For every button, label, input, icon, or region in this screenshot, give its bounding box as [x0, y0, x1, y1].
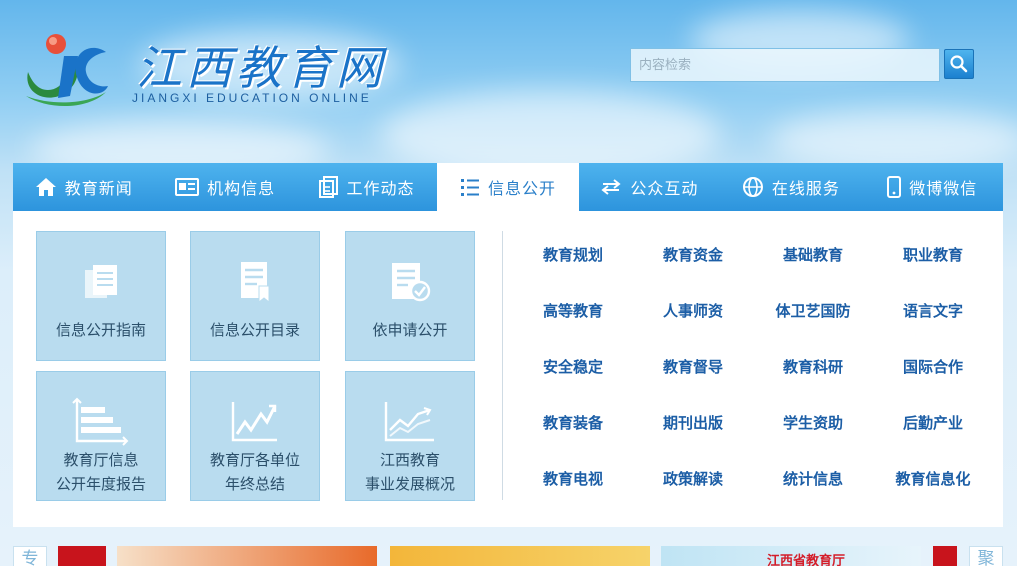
tile-label-line1: 江西教育	[379, 451, 440, 469]
link-student-aid[interactable]: 学生资助	[753, 394, 873, 450]
banner-image[interactable]	[390, 546, 650, 566]
nav-item-online-services[interactable]: 在线服务	[720, 163, 861, 211]
tile-label-line1: 教育厅各单位	[209, 451, 300, 469]
link-language-script[interactable]: 语言文字	[873, 282, 993, 338]
tile-label-line2: 公开年度报告	[55, 475, 146, 493]
tile-label-line2: 事业发展概况	[364, 475, 455, 493]
nav-item-work-updates[interactable]: 工作动态	[296, 163, 437, 211]
search-button[interactable]	[944, 49, 974, 79]
link-logistics-industry[interactable]: 后勤产业	[873, 394, 993, 450]
search-bar	[630, 48, 975, 82]
nav-item-institutions[interactable]: 机构信息	[154, 163, 295, 211]
tile-label-line1: 教育厅信息	[63, 451, 139, 469]
nav-item-label: 在线服务	[771, 179, 840, 198]
link-sports-arts-defense[interactable]: 体卫艺国防	[753, 282, 873, 338]
search-icon	[950, 55, 968, 73]
tile-year-end-summary[interactable]: 教育厅各单位 年终总结	[190, 371, 320, 501]
globe-icon	[742, 176, 764, 198]
tile-disclosure-catalog[interactable]: 信息公开目录	[190, 231, 320, 361]
nav-item-public-interaction[interactable]: 公众互动	[579, 163, 720, 211]
tile-label: 信息公开指南	[55, 321, 146, 339]
document-icon	[81, 256, 121, 308]
home-icon	[35, 177, 57, 197]
bottom-banner-strip: 专 江西省教育厅 聚	[13, 540, 1003, 566]
banner-image[interactable]	[117, 546, 377, 566]
exchange-icon	[600, 177, 622, 197]
banner-image[interactable]	[933, 546, 957, 566]
nav-item-info-disclosure[interactable]: 信息公开	[437, 163, 579, 211]
link-education-research[interactable]: 教育科研	[753, 338, 873, 394]
link-higher-education[interactable]: 高等教育	[513, 282, 633, 338]
special-topic-tab[interactable]: 专	[13, 546, 47, 566]
bar-chart-icon	[71, 396, 131, 448]
link-education-equipment[interactable]: 教育装备	[513, 394, 633, 450]
link-international-cooperation[interactable]: 国际合作	[873, 338, 993, 394]
logo-title-cn: 江西教育网	[136, 41, 386, 95]
link-personnel-teachers[interactable]: 人事师资	[633, 282, 753, 338]
category-links: 教育规划 教育资金 基础教育 职业教育 高等教育 人事师资 体卫艺国防 语言文字…	[513, 226, 993, 506]
link-education-funding[interactable]: 教育资金	[633, 226, 753, 282]
panel-divider	[502, 231, 503, 500]
info-disclosure-panel: 信息公开指南 信息公开目录 依申请公开 教育厅信息 公开年度报告 教育厅各单位 …	[13, 211, 1003, 527]
nav-item-label: 微博微信	[909, 179, 978, 198]
documents-icon	[318, 176, 339, 198]
link-basic-education[interactable]: 基础教育	[753, 226, 873, 282]
logo-mark-icon	[26, 34, 108, 107]
site-logo[interactable]: 江西教育网 JIANGXI EDUCATION ONLINE	[18, 24, 418, 114]
link-journal-publishing[interactable]: 期刊出版	[633, 394, 753, 450]
logo-title-en: JIANGXI EDUCATION ONLINE	[132, 91, 372, 105]
focus-tab[interactable]: 聚	[969, 546, 1003, 566]
nav-item-label: 公众互动	[630, 179, 699, 198]
line-chart-icon	[229, 396, 281, 448]
link-education-supervision[interactable]: 教育督导	[633, 338, 753, 394]
tile-disclosure-on-request[interactable]: 依申请公开	[345, 231, 475, 361]
trend-chart-icon	[382, 396, 438, 448]
tile-annual-report[interactable]: 教育厅信息 公开年度报告	[36, 371, 166, 501]
nav-item-label: 工作动态	[346, 179, 415, 198]
link-education-planning[interactable]: 教育规划	[513, 226, 633, 282]
bookmark-document-icon	[235, 256, 275, 308]
mobile-icon	[887, 176, 902, 198]
link-policy-interpretation[interactable]: 政策解读	[633, 450, 753, 506]
link-vocational-education[interactable]: 职业教育	[873, 226, 993, 282]
nav-item-label: 机构信息	[207, 179, 276, 198]
tile-label: 信息公开目录	[209, 321, 300, 339]
banner-text: 江西省教育厅	[767, 554, 846, 566]
tile-disclosure-guide[interactable]: 信息公开指南	[36, 231, 166, 361]
search-input[interactable]	[630, 48, 940, 82]
nav-item-weibo-wechat[interactable]: 微博微信	[862, 163, 1003, 211]
nav-item-label: 教育新闻	[64, 179, 133, 198]
list-icon	[460, 177, 480, 197]
link-education-tv[interactable]: 教育电视	[513, 450, 633, 506]
id-card-icon	[175, 178, 200, 196]
banner-image[interactable]: 江西省教育厅	[661, 546, 921, 566]
main-nav: 教育新闻 机构信息 工作动态 信息公开 公众互动 在线服务 微博微信	[13, 163, 1003, 211]
nav-item-label: 信息公开	[487, 179, 556, 198]
checked-document-icon	[388, 256, 432, 308]
link-education-informatization[interactable]: 教育信息化	[873, 450, 993, 506]
tile-label-line2: 年终总结	[224, 475, 285, 493]
tile-development-overview[interactable]: 江西教育 事业发展概况	[345, 371, 475, 501]
tile-label: 依申请公开	[372, 321, 448, 339]
link-statistics[interactable]: 统计信息	[753, 450, 873, 506]
banner-image[interactable]	[58, 546, 106, 566]
link-safety-stability[interactable]: 安全稳定	[513, 338, 633, 394]
nav-item-news[interactable]: 教育新闻	[13, 163, 154, 211]
